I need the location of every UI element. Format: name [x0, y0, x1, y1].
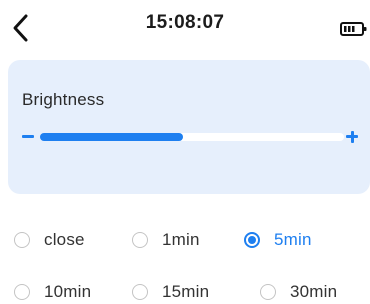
radio-icon	[132, 284, 148, 300]
timeout-option-5min[interactable]: 5min	[244, 228, 312, 252]
radio-icon	[132, 232, 148, 248]
radio-icon	[260, 284, 276, 300]
brightness-slider[interactable]	[40, 133, 344, 141]
option-label: 10min	[44, 282, 92, 301]
status-time: 15:08:07	[145, 12, 225, 33]
status-bar: 15:08:07	[0, 0, 370, 56]
timeout-option-close[interactable]: close	[14, 228, 85, 252]
minus-icon[interactable]	[20, 126, 40, 146]
option-label: close	[44, 230, 85, 249]
timeout-option-10min[interactable]: 10min	[14, 280, 91, 304]
battery-icon	[340, 21, 367, 37]
option-label: 30min	[290, 282, 338, 301]
option-label: 1min	[162, 230, 200, 249]
radio-icon	[14, 232, 30, 248]
timeout-option-15min[interactable]: 15min	[132, 280, 209, 304]
radio-icon	[244, 232, 260, 248]
plus-icon[interactable]	[342, 126, 362, 146]
brightness-slider-fill	[40, 133, 183, 141]
radio-icon	[14, 284, 30, 300]
option-label: 15min	[162, 282, 210, 301]
timeout-option-1min[interactable]: 1min	[132, 228, 200, 252]
brightness-card: Brightness	[8, 60, 370, 194]
timeout-option-30min[interactable]: 30min	[260, 280, 337, 304]
brightness-title: Brightness	[22, 90, 105, 109]
option-label: 5min	[274, 230, 312, 249]
